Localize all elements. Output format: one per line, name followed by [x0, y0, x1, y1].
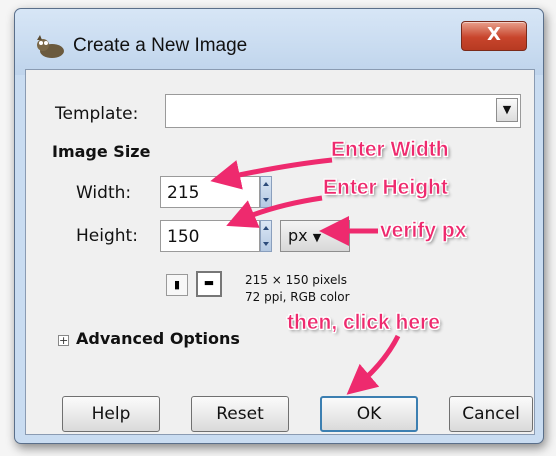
close-icon: X	[487, 24, 501, 45]
height-label: Height:	[76, 226, 138, 246]
portrait-icon[interactable]: ▮	[166, 274, 188, 296]
wilber-icon	[37, 35, 64, 58]
annotation-enter-width: Enter Width	[331, 138, 449, 162]
unit-selector[interactable]: px ▼	[280, 220, 350, 252]
size-info: 215 × 150 pixels	[245, 273, 347, 287]
width-input[interactable]: 215	[160, 176, 260, 208]
cancel-button[interactable]: Cancel	[449, 396, 533, 432]
reset-button[interactable]: Reset	[191, 396, 289, 432]
width-label: Width:	[76, 183, 132, 203]
template-label: Template:	[55, 104, 139, 124]
height-input[interactable]: 150	[160, 220, 260, 252]
template-combo[interactable]: ▼	[165, 94, 521, 128]
advanced-options-toggle[interactable]: Advanced Options	[76, 329, 240, 348]
expand-icon[interactable]: +	[58, 335, 69, 346]
ok-button[interactable]: OK	[320, 396, 418, 432]
chevron-down-icon[interactable]: ▼	[496, 98, 518, 122]
resolution-info: 72 ppi, RGB color	[245, 290, 350, 304]
unit-value: px	[288, 226, 308, 245]
annotation-click-here: then, click here	[287, 311, 440, 335]
landscape-icon[interactable]: ▬	[196, 271, 222, 297]
help-button[interactable]: Help	[62, 396, 160, 432]
annotation-enter-height: Enter Height	[323, 176, 448, 200]
image-size-heading: Image Size	[52, 142, 151, 161]
annotation-verify-px: verify px	[380, 219, 467, 243]
width-spinner[interactable]	[260, 176, 272, 208]
title-bar: Create a New Image X	[15, 9, 543, 75]
unit-chevron-icon: ▼	[312, 231, 322, 244]
height-spinner[interactable]	[260, 220, 272, 252]
dialog-content: Template: ▼ Image Size Width: 215 Height…	[25, 69, 535, 435]
close-button[interactable]: X	[461, 21, 527, 51]
window-title: Create a New Image	[73, 35, 248, 56]
